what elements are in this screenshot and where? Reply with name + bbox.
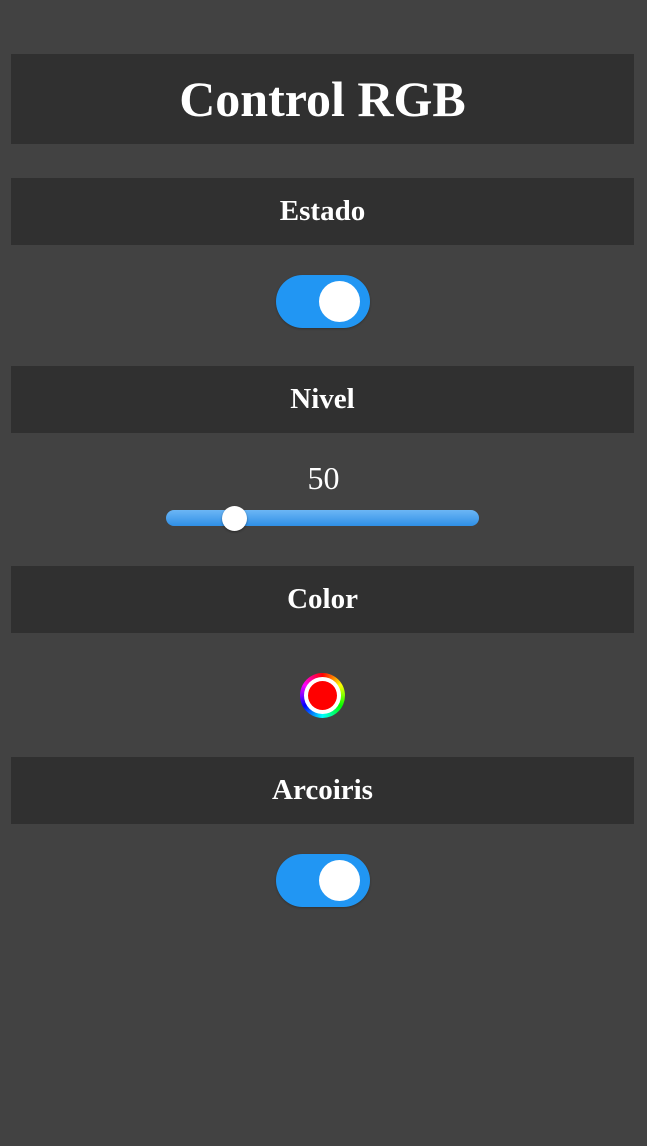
arcoiris-toggle[interactable] [276, 854, 370, 907]
nivel-label: Nivel [290, 383, 355, 415]
estado-label: Estado [279, 195, 366, 227]
app-title-bar: Control RGB [11, 54, 634, 144]
arcoiris-label: Arcoiris [272, 774, 373, 806]
color-wheel-icon[interactable] [300, 673, 345, 718]
toggle-knob [319, 860, 360, 901]
estado-header: Estado [11, 178, 634, 245]
selected-color-swatch [308, 681, 337, 710]
level-value: 50 [307, 460, 340, 496]
page-title: Control RGB [179, 71, 466, 127]
estado-toggle[interactable] [276, 275, 370, 328]
toggle-knob [319, 281, 360, 322]
color-label: Color [287, 583, 358, 615]
nivel-header: Nivel [11, 366, 634, 433]
color-header: Color [11, 566, 634, 633]
arcoiris-header: Arcoiris [11, 757, 634, 824]
level-slider-thumb[interactable] [222, 506, 248, 531]
level-slider[interactable] [166, 510, 479, 526]
